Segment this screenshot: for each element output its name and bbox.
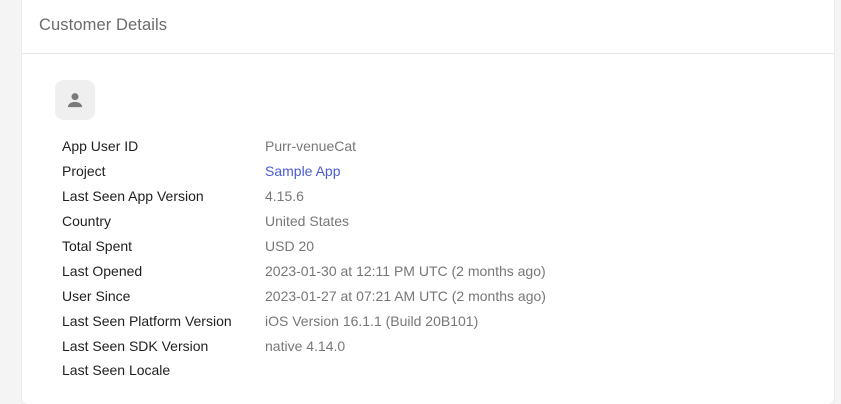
- user-since-label: User Since: [62, 287, 131, 304]
- detail-row-last-opened: Last Opened 2023-01-30 at 12:11 PM UTC (2…: [62, 258, 546, 283]
- last-seen-app-version-value: 4.15.6: [265, 188, 304, 205]
- avatar: [55, 80, 95, 120]
- country-value: United States: [265, 213, 350, 230]
- customer-details-card: Customer Details App User ID Purr-venueCa…: [22, 0, 834, 404]
- app-user-id-value: Purr-venueCat: [265, 138, 357, 155]
- person-icon: [67, 93, 83, 108]
- last-seen-platform-version-label: Last Seen Platform Version: [62, 312, 232, 329]
- detail-row-last-seen-app-version: Last Seen App Version 4.15.6: [62, 184, 546, 209]
- detail-row-last-seen-sdk-version: Last Seen SDK Version native 4.14.0: [62, 333, 546, 358]
- last-seen-locale-label: Last Seen Locale: [62, 362, 171, 379]
- detail-row-last-seen-platform-version: Last Seen Platform Version iOS Version 16…: [62, 308, 546, 333]
- last-seen-app-version-label: Last Seen App Version: [62, 188, 204, 205]
- detail-row-total-spent: Total Spent USD 20: [62, 234, 546, 259]
- detail-row-country: Country United States: [62, 209, 546, 234]
- detail-row-last-seen-locale: Last Seen Locale: [62, 358, 546, 383]
- total-spent-label: Total Spent: [62, 238, 133, 254]
- last-seen-sdk-version-label: Last Seen SDK Version: [62, 337, 209, 354]
- last-opened-label: Last Opened: [62, 262, 143, 279]
- card-header: Customer Details: [22, 0, 834, 54]
- total-spent-value: USD 20: [265, 238, 315, 254]
- last-seen-platform-version-value: iOS Version 16.1.1 (Build 20B101): [265, 312, 479, 329]
- last-seen-sdk-version-value: native 4.14.0: [265, 337, 346, 354]
- card-title: Customer Details: [39, 16, 168, 34]
- app-user-id-label: App User ID: [62, 138, 139, 155]
- detail-row-app-user-id: App User ID Purr-venueCat: [62, 134, 546, 159]
- project-link[interactable]: Sample App: [265, 163, 341, 179]
- details-list: App User ID Purr-venueCat Project Sample Ap…: [62, 134, 546, 383]
- user-since-value: 2023-01-27 at 07:21 AM UTC (2 months ago…: [265, 287, 546, 304]
- detail-row-user-since: User Since 2023-01-27 at 07:21 AM UTC (2 …: [62, 283, 546, 308]
- country-label: Country: [62, 213, 112, 230]
- detail-row-project: Project Sample App: [62, 159, 546, 184]
- project-label: Project: [62, 163, 106, 180]
- last-opened-value: 2023-01-30 at 12:11 PM UTC (2 months ago…: [265, 262, 546, 279]
